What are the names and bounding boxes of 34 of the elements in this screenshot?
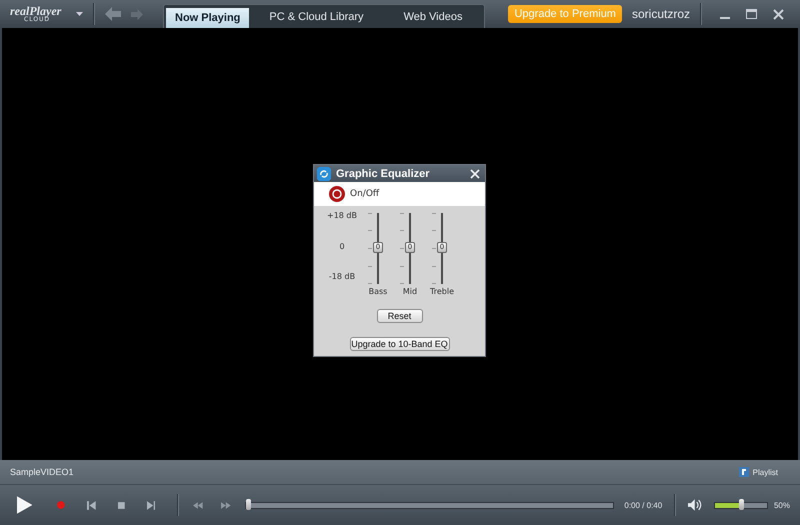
user-name[interactable]: soricutzroz [632,7,690,21]
stop-icon[interactable] [118,502,125,508]
video-title: SampleVIDEO1 [10,467,74,477]
scale-label: 0 [339,242,345,250]
band-label: Bass [368,287,388,296]
tab[interactable]: Now Playing [166,8,250,28]
playlist-link[interactable]: Playlist [752,468,778,476]
progress-thumb[interactable] [246,498,251,510]
next-icon[interactable] [146,500,156,510]
tab[interactable]: PC & Cloud Library [249,5,384,28]
volume-thumb[interactable] [738,498,744,510]
upgrade-eq-button[interactable]: Upgrade to 10-Band EQ [350,337,450,351]
power-icon[interactable] [329,186,345,202]
reset-button[interactable]: Reset [376,309,422,323]
progress-track[interactable] [244,502,614,508]
band-label: Mid [402,287,418,296]
speaker-icon[interactable] [688,499,702,511]
play-icon[interactable] [17,496,32,514]
dialog-title: Graphic Equalizer [336,168,430,180]
previous-icon[interactable] [87,500,96,510]
playlist-icon[interactable] [738,467,749,477]
rewind-icon[interactable] [193,502,204,508]
time-display: 0:00 / 0:40 [624,500,662,510]
scale-label: +18 dB [327,211,357,220]
band-label: Treble [430,287,454,296]
volume-track[interactable] [714,502,768,508]
tab[interactable]: Web Videos [384,5,482,28]
power-label: On/Off [350,188,380,198]
volume-reading: 50% [774,500,790,510]
maximize-icon[interactable] [746,9,757,19]
close-icon[interactable] [773,8,784,20]
scale-label: -18 dB [328,272,356,281]
caret-icon[interactable] [76,12,83,16]
fast-forward-icon[interactable] [221,502,231,508]
